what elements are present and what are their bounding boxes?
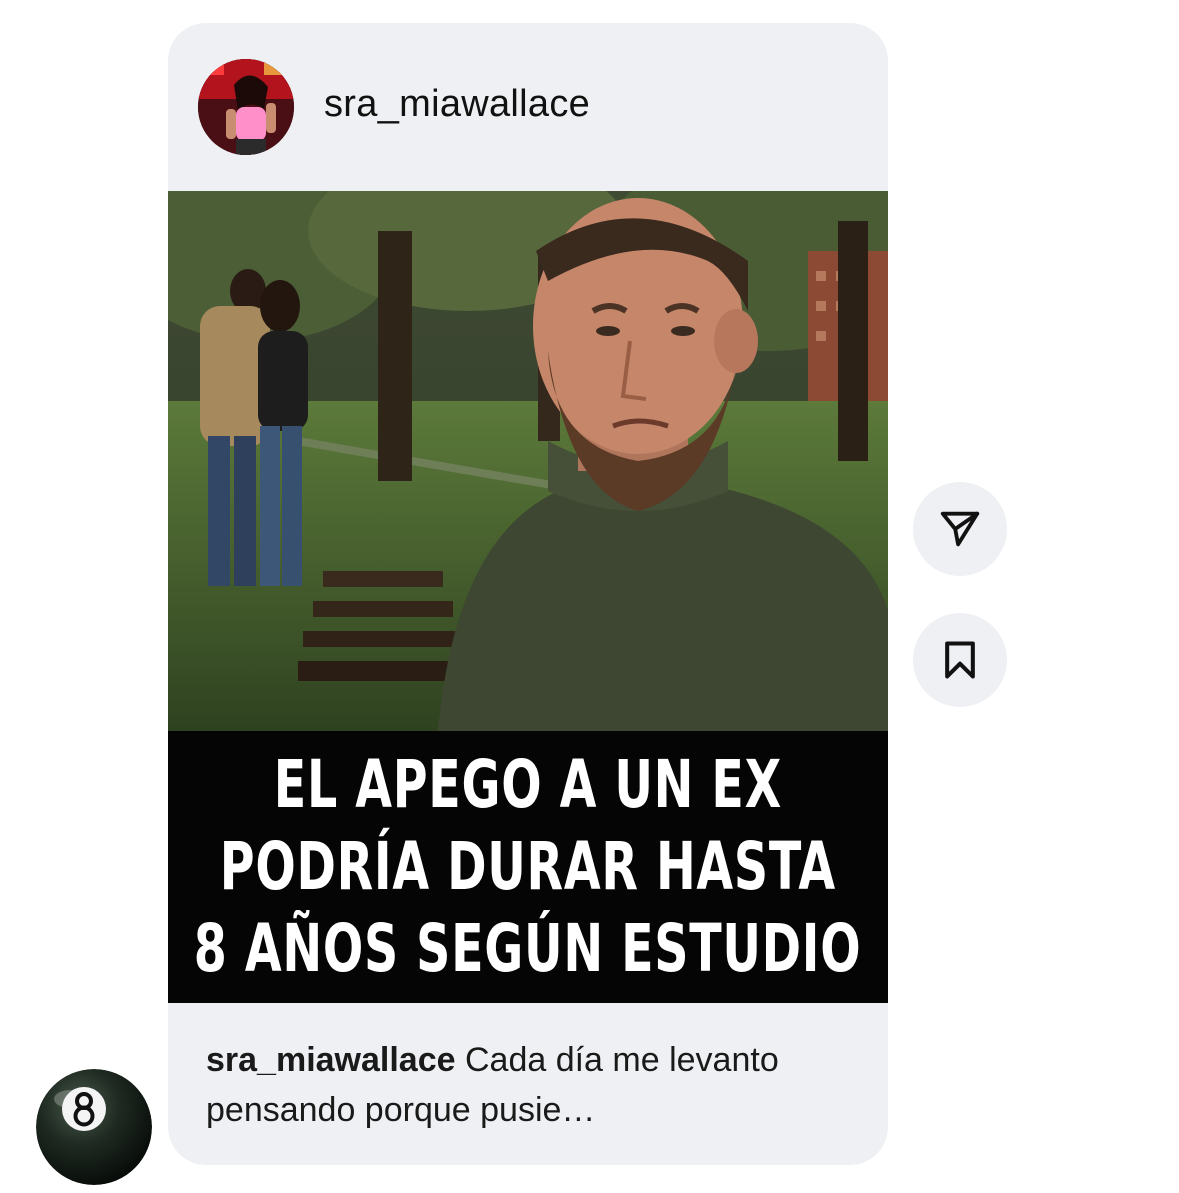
sender-avatar[interactable] bbox=[36, 1069, 152, 1185]
eight-ball-icon bbox=[36, 1069, 152, 1185]
caption-username: sra_miawallace bbox=[206, 1041, 456, 1079]
chat-screen: sra_miawallace EL APEGO A UN EX PODRÍA D… bbox=[0, 0, 1179, 1193]
headline-line-1: EL APEGO A UN EX bbox=[273, 746, 783, 823]
bookmark-icon bbox=[945, 641, 975, 679]
author-username[interactable]: sra_miawallace bbox=[324, 83, 590, 126]
headline-line-2: PODRÍA DURAR HASTA bbox=[219, 828, 837, 905]
share-button[interactable] bbox=[913, 482, 1007, 576]
post-caption[interactable]: sra_miawallace Cada día me levanto pensa… bbox=[206, 1035, 866, 1135]
post-headline: EL APEGO A UN EX PODRÍA DURAR HASTA 8 AÑ… bbox=[168, 731, 888, 1003]
save-button[interactable] bbox=[913, 613, 1007, 707]
author-avatar[interactable] bbox=[198, 59, 294, 155]
paper-plane-icon bbox=[940, 511, 980, 547]
shared-post-card[interactable]: sra_miawallace EL APEGO A UN EX PODRÍA D… bbox=[168, 23, 888, 1165]
headline-line-3: 8 AÑOS SEGÚN ESTUDIO bbox=[194, 910, 862, 987]
post-image[interactable]: EL APEGO A UN EX PODRÍA DURAR HASTA 8 AÑ… bbox=[168, 191, 888, 1003]
post-header: sra_miawallace bbox=[168, 23, 888, 191]
